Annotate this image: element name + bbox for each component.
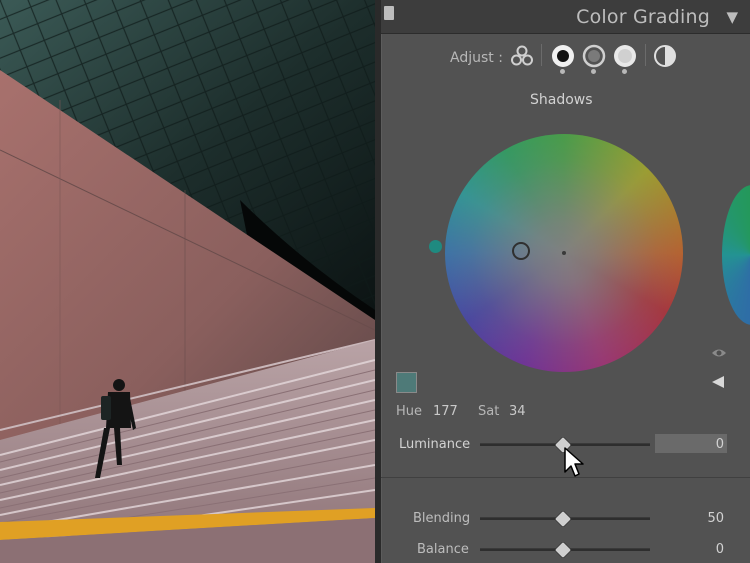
mouse-pointer-icon: [564, 447, 584, 477]
global-icon[interactable]: [652, 43, 678, 69]
blending-label: Blending: [413, 511, 471, 526]
eye-icon[interactable]: [711, 347, 727, 359]
luminance-label: Luminance: [399, 437, 471, 452]
indicator-dot: [622, 69, 627, 74]
hue-handle[interactable]: [429, 240, 442, 253]
balance-label: Balance: [417, 542, 469, 557]
separator: [541, 44, 542, 66]
balance-value[interactable]: 0: [660, 542, 724, 557]
highlights-wheel-icon[interactable]: [612, 43, 638, 69]
luminance-value[interactable]: 0: [660, 437, 724, 452]
hue-value[interactable]: 177: [433, 404, 458, 419]
collapse-triangle-icon[interactable]: ▼: [726, 8, 738, 26]
wheel-center-dot: [562, 251, 566, 255]
selected-indicator-dot: [560, 69, 565, 74]
panel-switch-icon[interactable]: [384, 6, 394, 20]
sat-label: Sat: [478, 404, 500, 419]
three-wheels-icon[interactable]: [509, 43, 535, 69]
indicator-dot: [591, 69, 596, 74]
photo-preview: [0, 0, 375, 563]
wheel-selection-marker[interactable]: [512, 242, 530, 260]
triangle-left-icon[interactable]: [711, 375, 725, 389]
wheel-title: Shadows: [530, 92, 593, 108]
blending-value[interactable]: 50: [660, 511, 724, 526]
sat-value[interactable]: 34: [509, 404, 526, 419]
photo-image: [0, 0, 375, 563]
shadows-wheel-icon[interactable]: [550, 43, 576, 69]
separator: [645, 44, 646, 66]
midtones-wheel-icon[interactable]: [581, 43, 607, 69]
panel-title[interactable]: Color Grading: [576, 6, 710, 28]
color-swatch[interactable]: [396, 372, 417, 393]
adjust-label: Adjust :: [450, 50, 503, 66]
hue-label: Hue: [396, 404, 423, 419]
